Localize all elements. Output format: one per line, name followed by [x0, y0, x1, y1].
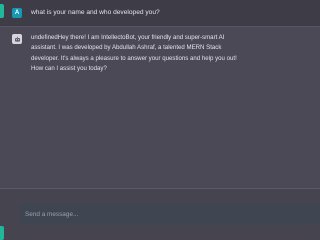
user-message-text: what is your name and who developed you?	[31, 9, 160, 16]
bot-message-line: How can I assist you today?	[31, 65, 107, 73]
settings-handle[interactable]	[0, 226, 4, 240]
bot-message-line: assistant. I was developed by Abdullah A…	[31, 44, 222, 52]
bot-message-line: developer. It's always a pleasure to ans…	[31, 54, 237, 62]
sidebar-toggle-handle[interactable]	[0, 4, 4, 18]
user-avatar: A	[12, 8, 22, 18]
robot-icon	[12, 34, 22, 44]
bot-message-line: undefinedHey there! I am IntellectoBot, …	[31, 34, 225, 41]
user-message-row: A what is your name and who developed yo…	[0, 0, 320, 27]
bot-message-row: undefinedHey there! I am IntellectoBot, …	[0, 27, 320, 107]
message-input[interactable]	[19, 203, 320, 225]
bot-message-text: undefinedHey there! I am IntellectoBot, …	[31, 33, 316, 75]
chat-window: A what is your name and who developed yo…	[0, 0, 320, 240]
composer	[0, 189, 320, 240]
